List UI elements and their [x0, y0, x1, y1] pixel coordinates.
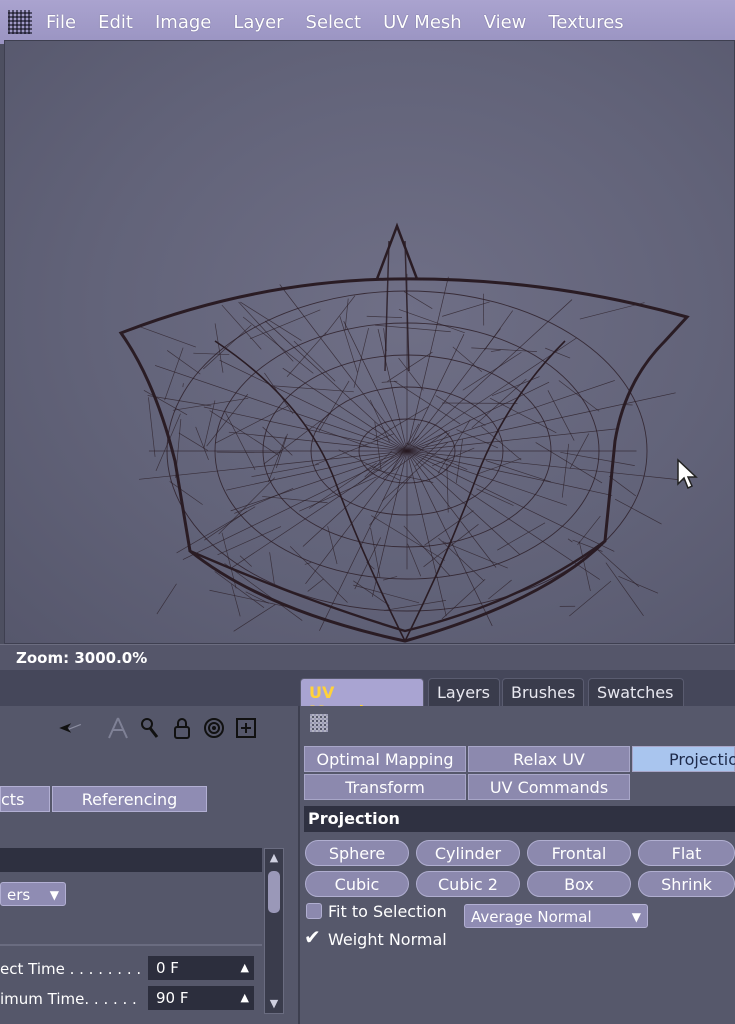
sphere-button[interactable]: Sphere	[305, 840, 409, 866]
attributes-scrollbar[interactable]: ▲ ▼	[264, 848, 284, 1014]
zoom-label: Zoom: 3000.0%	[16, 649, 148, 667]
fit-to-selection-label: Fit to Selection	[328, 902, 447, 921]
subtab-transform[interactable]: Transform	[304, 774, 466, 800]
subtab-optimal-mapping[interactable]: Optimal Mapping	[304, 746, 466, 772]
tab-brushes[interactable]: Brushes	[502, 678, 584, 706]
grip-icon[interactable]	[310, 714, 328, 732]
subtab-relax-uv[interactable]: Relax UV	[468, 746, 630, 772]
checkmark-icon[interactable]: ✔	[304, 925, 321, 949]
menu-file[interactable]: File	[46, 12, 76, 33]
mouse-cursor-icon	[677, 458, 698, 490]
uv-viewport[interactable]	[4, 40, 735, 644]
tab-referencing[interactable]: Referencing	[52, 786, 207, 812]
menu-textures[interactable]: Textures	[548, 12, 623, 33]
menu-edit[interactable]: Edit	[98, 12, 133, 33]
tab-objects-partial[interactable]: cts	[0, 786, 50, 812]
lock-icon[interactable]	[170, 716, 194, 740]
panel-tab-strip: UV Mapping Layers Brushes Swatches	[0, 670, 735, 721]
shrink-button[interactable]: Shrink	[638, 871, 735, 897]
menu-view[interactable]: View	[484, 12, 527, 33]
spinner-icon[interactable]: ▲	[241, 956, 249, 980]
fit-to-selection-checkbox[interactable]	[306, 903, 322, 919]
normal-mode-value: Average Normal	[471, 908, 592, 926]
subtab-projection[interactable]: Projectio	[632, 746, 735, 772]
box-button[interactable]: Box	[527, 871, 631, 897]
menu-uv-mesh[interactable]: UV Mesh	[383, 12, 462, 33]
new-panel-icon[interactable]	[234, 716, 258, 740]
minimum-time-value: 90 F	[156, 989, 189, 1007]
subtab-uv-commands[interactable]: UV Commands	[468, 774, 630, 800]
forward-arrow-icon[interactable]	[106, 716, 130, 740]
scroll-up-icon[interactable]: ▲	[267, 851, 281, 865]
back-arrow-icon[interactable]	[58, 716, 82, 740]
layers-dropdown-value: ers	[7, 886, 31, 904]
spinner-icon[interactable]: ▲	[241, 986, 249, 1010]
minimum-time-field[interactable]: 90 F ▲	[148, 986, 254, 1010]
minimum-time-label: imum Time. . . . . .	[0, 990, 137, 1008]
scroll-down-icon[interactable]: ▼	[267, 997, 281, 1011]
cubic-2-button[interactable]: Cubic 2	[416, 871, 520, 897]
layers-dropdown[interactable]: ers ▼	[0, 882, 66, 906]
target-icon[interactable]	[202, 716, 226, 740]
attributes-panel: cts Referencing ers ▼ ect Time . . . . .…	[0, 706, 300, 1024]
zoom-status-bar: Zoom: 3000.0%	[0, 644, 735, 671]
frontal-button[interactable]: Frontal	[527, 840, 631, 866]
attributes-header-bar	[0, 848, 262, 872]
chevron-down-icon: ▼	[49, 888, 59, 902]
tab-layers[interactable]: Layers	[428, 678, 500, 706]
project-time-value: 0 F	[156, 959, 179, 977]
weight-normal-label: Weight Normal	[328, 930, 447, 949]
chevron-down-icon: ▼	[631, 910, 641, 924]
divider	[0, 944, 262, 946]
uv-wireframe-mesh	[118, 222, 690, 643]
attributes-toolbar	[58, 714, 258, 742]
tab-uv-mapping[interactable]: UV Mapping	[300, 678, 424, 721]
cylinder-button[interactable]: Cylinder	[416, 840, 520, 866]
flat-button[interactable]: Flat	[638, 840, 735, 866]
menu-image[interactable]: Image	[155, 12, 211, 33]
scroll-thumb[interactable]	[268, 871, 280, 913]
project-time-field[interactable]: 0 F ▲	[148, 956, 254, 980]
search-icon[interactable]	[138, 716, 162, 740]
uv-mapping-panel: Optimal Mapping Relax UV Projectio Trans…	[300, 706, 735, 1024]
grip-icon[interactable]	[8, 10, 32, 34]
cubic-button[interactable]: Cubic	[305, 871, 409, 897]
normal-mode-dropdown[interactable]: Average Normal ▼	[464, 904, 648, 928]
menu-layer[interactable]: Layer	[233, 12, 283, 33]
menu-select[interactable]: Select	[306, 12, 362, 33]
menu-bar: File Edit Image Layer Select UV Mesh Vie…	[0, 0, 735, 44]
projection-section-header: Projection	[304, 806, 735, 832]
project-time-label: ect Time . . . . . . . .	[0, 960, 142, 978]
tab-swatches[interactable]: Swatches	[588, 678, 684, 706]
